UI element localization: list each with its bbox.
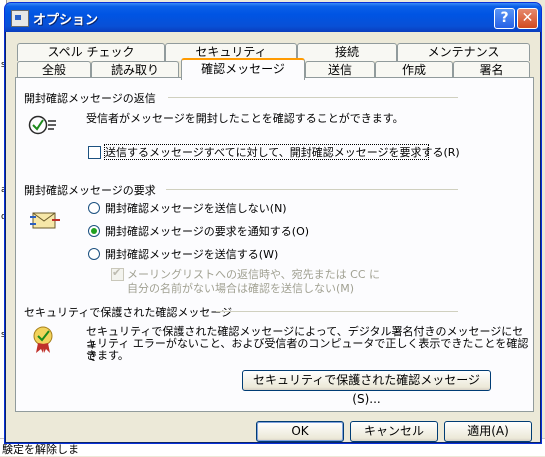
mailing-list-exception-label-1[interactable]: メーリングリストへの返信時や、宛先または CC に <box>127 268 380 281</box>
return-receipt-section-title: 開封確認メッセージの返信 <box>24 92 156 105</box>
secure-receipt-section-title: セキュリティで保護された確認メッセージ <box>24 306 233 319</box>
radio-never-send-label[interactable]: 開封確認メッセージを送信しない(N) <box>105 202 287 215</box>
tab-maintenance[interactable]: メンテナンス <box>397 43 530 61</box>
apply-button[interactable]: 適用(A) <box>444 421 532 442</box>
section-divider <box>168 97 458 98</box>
mailing-list-exception-label-2[interactable]: 自分の名前がない場合は確認を送信しない(M) <box>127 282 354 295</box>
tab-spell-check[interactable]: スペル チェック <box>17 43 165 61</box>
secure-receipts-button[interactable]: セキュリティで保護された確認メッセージ(S)... <box>242 370 491 406</box>
request-receipt-all-checkbox[interactable] <box>88 146 101 159</box>
app-window-icon <box>11 10 29 27</box>
dialog-title: オプション <box>33 13 99 28</box>
tab-receipts[interactable]: 確認メッセージ <box>181 58 305 80</box>
mailing-list-exception-checkbox[interactable]: ✔ <box>111 266 124 281</box>
help-button[interactable]: ? <box>494 8 515 29</box>
section-divider <box>166 189 458 190</box>
options-dialog: オプション ? ✕ スペル チェック セキュリティ 接続 メンテナンス 全般 読… <box>4 2 542 444</box>
title-bar[interactable]: オプション ? ✕ <box>5 3 541 32</box>
request-receipt-all-label[interactable]: 送信するメッセージすべてに対して、開封確認メッセージを要求する(R) <box>105 146 460 159</box>
radio-never-send[interactable] <box>88 202 100 214</box>
radio-notify[interactable] <box>88 225 100 237</box>
close-button[interactable]: ✕ <box>517 8 538 29</box>
receipts-tab-panel: 開封確認メッセージの返信 受信者がメッセージを開封したことを確認することができま… <box>15 77 534 412</box>
request-receipt-section-title: 開封確認メッセージの要求 <box>24 184 156 197</box>
checkmark-receipt-icon <box>28 115 56 135</box>
secure-receipt-description-3: きます。 <box>86 349 129 362</box>
return-receipt-description: 受信者がメッセージを開封したことを確認することができます。 <box>86 112 404 125</box>
cancel-button[interactable]: キャンセル <box>350 421 438 442</box>
secure-receipt-description-2: ュリティ エラーがないこと、および受信者のコンピュータで正しく表示できたことを確… <box>86 337 529 363</box>
section-divider <box>216 311 458 312</box>
tab-connection[interactable]: 接続 <box>297 43 397 61</box>
radio-notify-label[interactable]: 開封確認メッセージの要求を通知する(O) <box>105 225 309 238</box>
ok-button[interactable]: OK <box>256 421 344 442</box>
radio-always-send-label[interactable]: 開封確認メッセージを送信する(W) <box>105 248 278 261</box>
secure-seal-icon <box>33 326 53 353</box>
envelope-receipt-icon <box>30 212 60 229</box>
radio-always-send[interactable] <box>88 248 100 260</box>
